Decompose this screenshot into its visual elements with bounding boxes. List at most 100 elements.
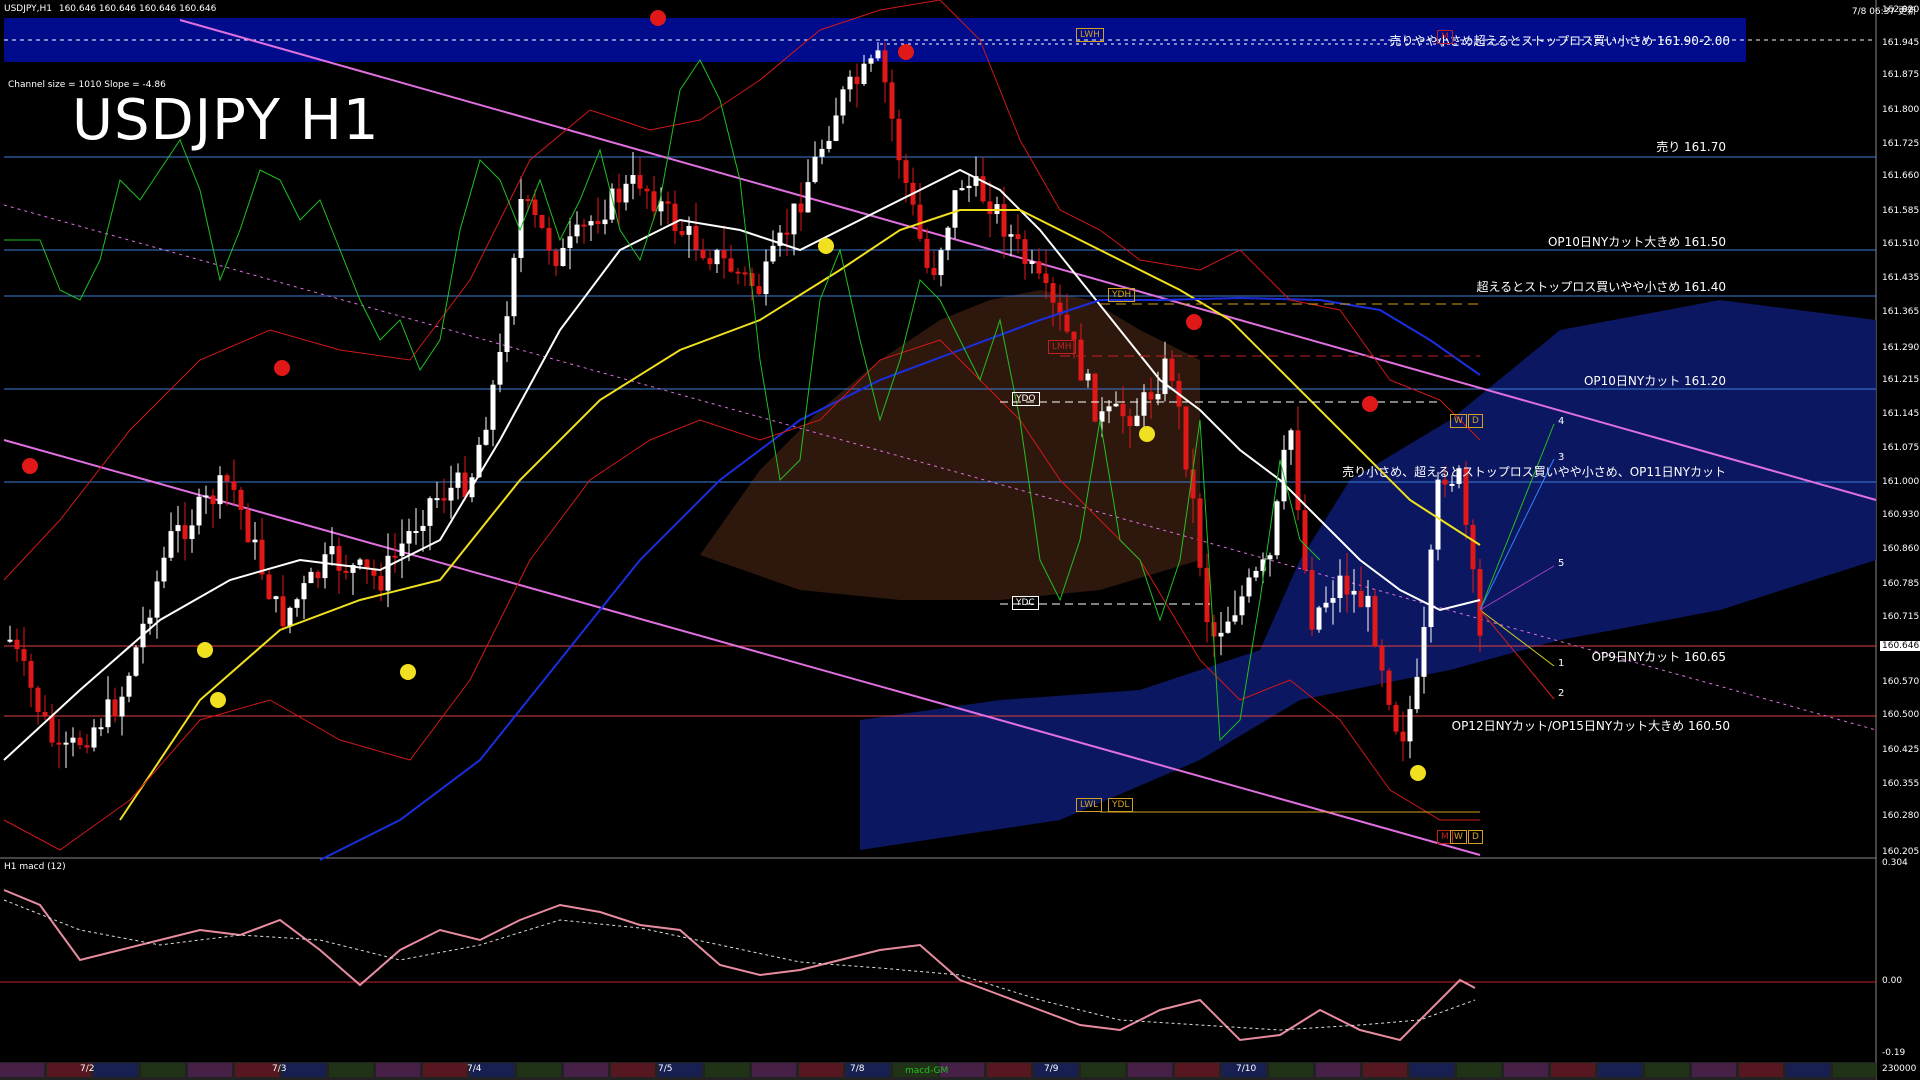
candle-body [1372, 595, 1378, 647]
date-bar-segment [1645, 1063, 1689, 1077]
candle-body [91, 727, 97, 748]
marker-lwl: LWL [1076, 798, 1103, 812]
candle-body [1323, 602, 1329, 608]
signal-marker-buy [818, 238, 834, 254]
candle-body [714, 250, 720, 265]
candle-body [168, 531, 174, 558]
current-price-label: 160.646 [1880, 641, 1920, 651]
date-bar-segment [329, 1063, 373, 1077]
date-badge: macd-GM [905, 1066, 949, 1076]
date-label: 7/8 [850, 1064, 865, 1074]
date-bar-segment [987, 1063, 1031, 1077]
price-scale-label: 161.725 [1882, 139, 1920, 149]
candle-body [1414, 676, 1420, 710]
candle-body [1197, 498, 1203, 568]
price-scale-label: 161.800 [1882, 105, 1920, 115]
candle-body [861, 63, 867, 84]
candle-body [35, 687, 41, 712]
candle-body [322, 554, 328, 579]
candle-body [588, 221, 594, 226]
level-label-2: OP10日NYカット大きめ 161.50 [1547, 235, 1726, 249]
price-scale-label: 161.660 [1882, 171, 1920, 181]
candle-body [231, 481, 237, 490]
candle-body [1071, 331, 1077, 340]
fan-label-2: 2 [1558, 688, 1565, 699]
price-chart[interactable] [0, 0, 1920, 1080]
candle-body [1169, 358, 1175, 381]
signal-marker-sell [22, 458, 38, 474]
candle-body [7, 639, 13, 642]
macd-signal [3, 899, 1476, 1031]
candle-body [1001, 204, 1007, 237]
level-label-4: OP10日NYカット 161.20 [1583, 374, 1726, 388]
candle-body [1092, 373, 1098, 422]
candle-body [840, 89, 846, 116]
candle-body [581, 224, 587, 227]
candle-body [49, 716, 55, 743]
date-bar-segment [1269, 1063, 1313, 1077]
candle-body [1302, 510, 1308, 571]
candle-body [616, 188, 622, 203]
candle-body [455, 472, 461, 488]
candle-body [602, 219, 608, 225]
candle-body [1274, 501, 1280, 556]
date-bar-segment [141, 1063, 185, 1077]
level-label-6: OP9日NYカット 160.65 [1591, 650, 1726, 664]
candle-body [490, 384, 496, 430]
signal-marker-sell [898, 44, 914, 60]
candle-body [805, 182, 811, 213]
candle-body [217, 475, 223, 505]
candle-body [399, 543, 405, 556]
date-bar-segment [611, 1063, 655, 1077]
date-bar-segment [376, 1063, 420, 1077]
candle-body [119, 696, 125, 717]
candle-body [735, 271, 741, 274]
candle-body [287, 607, 293, 627]
candle-body [553, 250, 559, 267]
macd-scale-min: 230000 [1882, 1064, 1917, 1074]
level-label-1: 売り 161.70 [1656, 140, 1726, 154]
candle-body [315, 571, 321, 579]
candle-body [420, 525, 426, 532]
macd-line [3, 889, 1476, 1042]
candle-body [1022, 239, 1028, 264]
candle-body [889, 82, 895, 119]
candle-body [798, 203, 804, 213]
ohlc-values: 160.646 160.646 160.646 160.646 [58, 4, 217, 14]
date-bar-segment [188, 1063, 232, 1077]
candle-body [546, 227, 552, 251]
candle-body [203, 495, 209, 498]
candle-body [1267, 555, 1273, 560]
price-scale-label: 161.435 [1882, 273, 1920, 283]
price-scale-label: 161.145 [1882, 409, 1920, 419]
candle-body [294, 599, 300, 608]
price-scale-label: 160.205 [1882, 847, 1920, 857]
candle-body [70, 737, 76, 743]
date-bar-segment [1410, 1063, 1454, 1077]
candle-body [1386, 670, 1392, 705]
fan-label-4: 4 [1558, 416, 1565, 427]
candle-body [959, 188, 965, 191]
candle-body [1113, 403, 1119, 407]
date-bar-segment [1316, 1063, 1360, 1077]
chart-window[interactable]: USDJPY,H1 160.646 160.646 160.646 160.64… [0, 0, 1920, 1080]
date-bar-segment [799, 1063, 843, 1077]
candle-body [651, 191, 657, 212]
date-bar-segment [1739, 1063, 1783, 1077]
candle-body [1351, 590, 1357, 595]
candle-body [266, 574, 272, 600]
candle-body [336, 546, 342, 571]
signal-marker-buy [1139, 426, 1155, 442]
candle-body [84, 745, 90, 748]
candle-body [931, 267, 937, 276]
macd-scale-bottom: -0.19 [1882, 1048, 1906, 1058]
date-label: 7/3 [272, 1064, 287, 1074]
candle-body [770, 245, 776, 262]
candle-body [378, 575, 384, 591]
price-scale-label: 161.585 [1882, 206, 1920, 216]
marker-w-bottom: W [1450, 830, 1467, 844]
candle-body [644, 188, 650, 192]
date-bar-segment [1504, 1063, 1548, 1077]
candle-body [574, 224, 580, 237]
candle-body [875, 50, 881, 59]
